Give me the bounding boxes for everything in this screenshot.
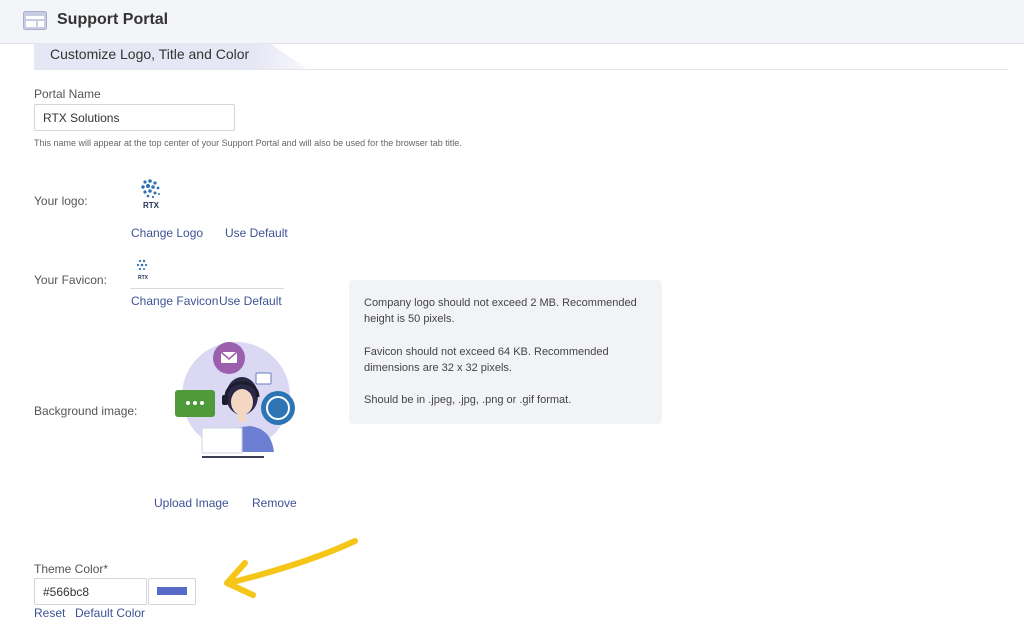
change-logo-link[interactable]: Change Logo [131, 226, 203, 240]
portal-name-label: Portal Name [34, 87, 101, 101]
favicon-label: Your Favicon: [34, 273, 107, 287]
background-image-label: Background image: [34, 404, 138, 418]
logo-label: Your logo: [34, 194, 88, 208]
portal-name-input[interactable] [34, 104, 235, 131]
favicon-brand-text: RTX [138, 275, 149, 281]
theme-color-label: Theme Color* [34, 562, 109, 576]
support-agent-illustration [175, 342, 295, 458]
rtx-favicon-image: RTX [136, 259, 149, 281]
favicon-divider [130, 288, 284, 289]
portal-header: Support Portal [0, 0, 1024, 44]
info-logo-size: Company logo should not exceed 2 MB. Rec… [364, 297, 637, 325]
favicon-use-default-link[interactable]: Use Default [219, 294, 282, 308]
portal-name-help: This name will appear at the top center … [34, 138, 462, 148]
reset-color-link[interactable]: Reset [34, 606, 65, 620]
annotation-arrow-icon [224, 538, 358, 598]
browser-window-icon [23, 11, 47, 30]
color-swatch [157, 587, 187, 595]
remove-image-link[interactable]: Remove [252, 496, 297, 510]
info-formats: Should be in .jpeg, .jpg, .png or .gif f… [364, 394, 572, 406]
default-color-link[interactable]: Default Color [75, 606, 145, 620]
page-title: Support Portal [57, 11, 169, 28]
info-favicon-size: Favicon should not exceed 64 KB. Recomme… [364, 346, 609, 374]
upload-image-link[interactable]: Upload Image [154, 496, 229, 510]
upload-info-box: Company logo should not exceed 2 MB. Rec… [349, 280, 662, 424]
logo-brand-text: RTX [143, 201, 160, 210]
section-title: Customize Logo, Title and Color [50, 46, 250, 62]
change-favicon-link[interactable]: Change Favicon [131, 294, 218, 308]
theme-color-input[interactable] [34, 578, 147, 605]
color-picker-button[interactable] [148, 578, 196, 605]
logo-use-default-link[interactable]: Use Default [225, 226, 288, 240]
section-divider [34, 69, 1008, 70]
rtx-logo-image: RTX [141, 179, 160, 210]
